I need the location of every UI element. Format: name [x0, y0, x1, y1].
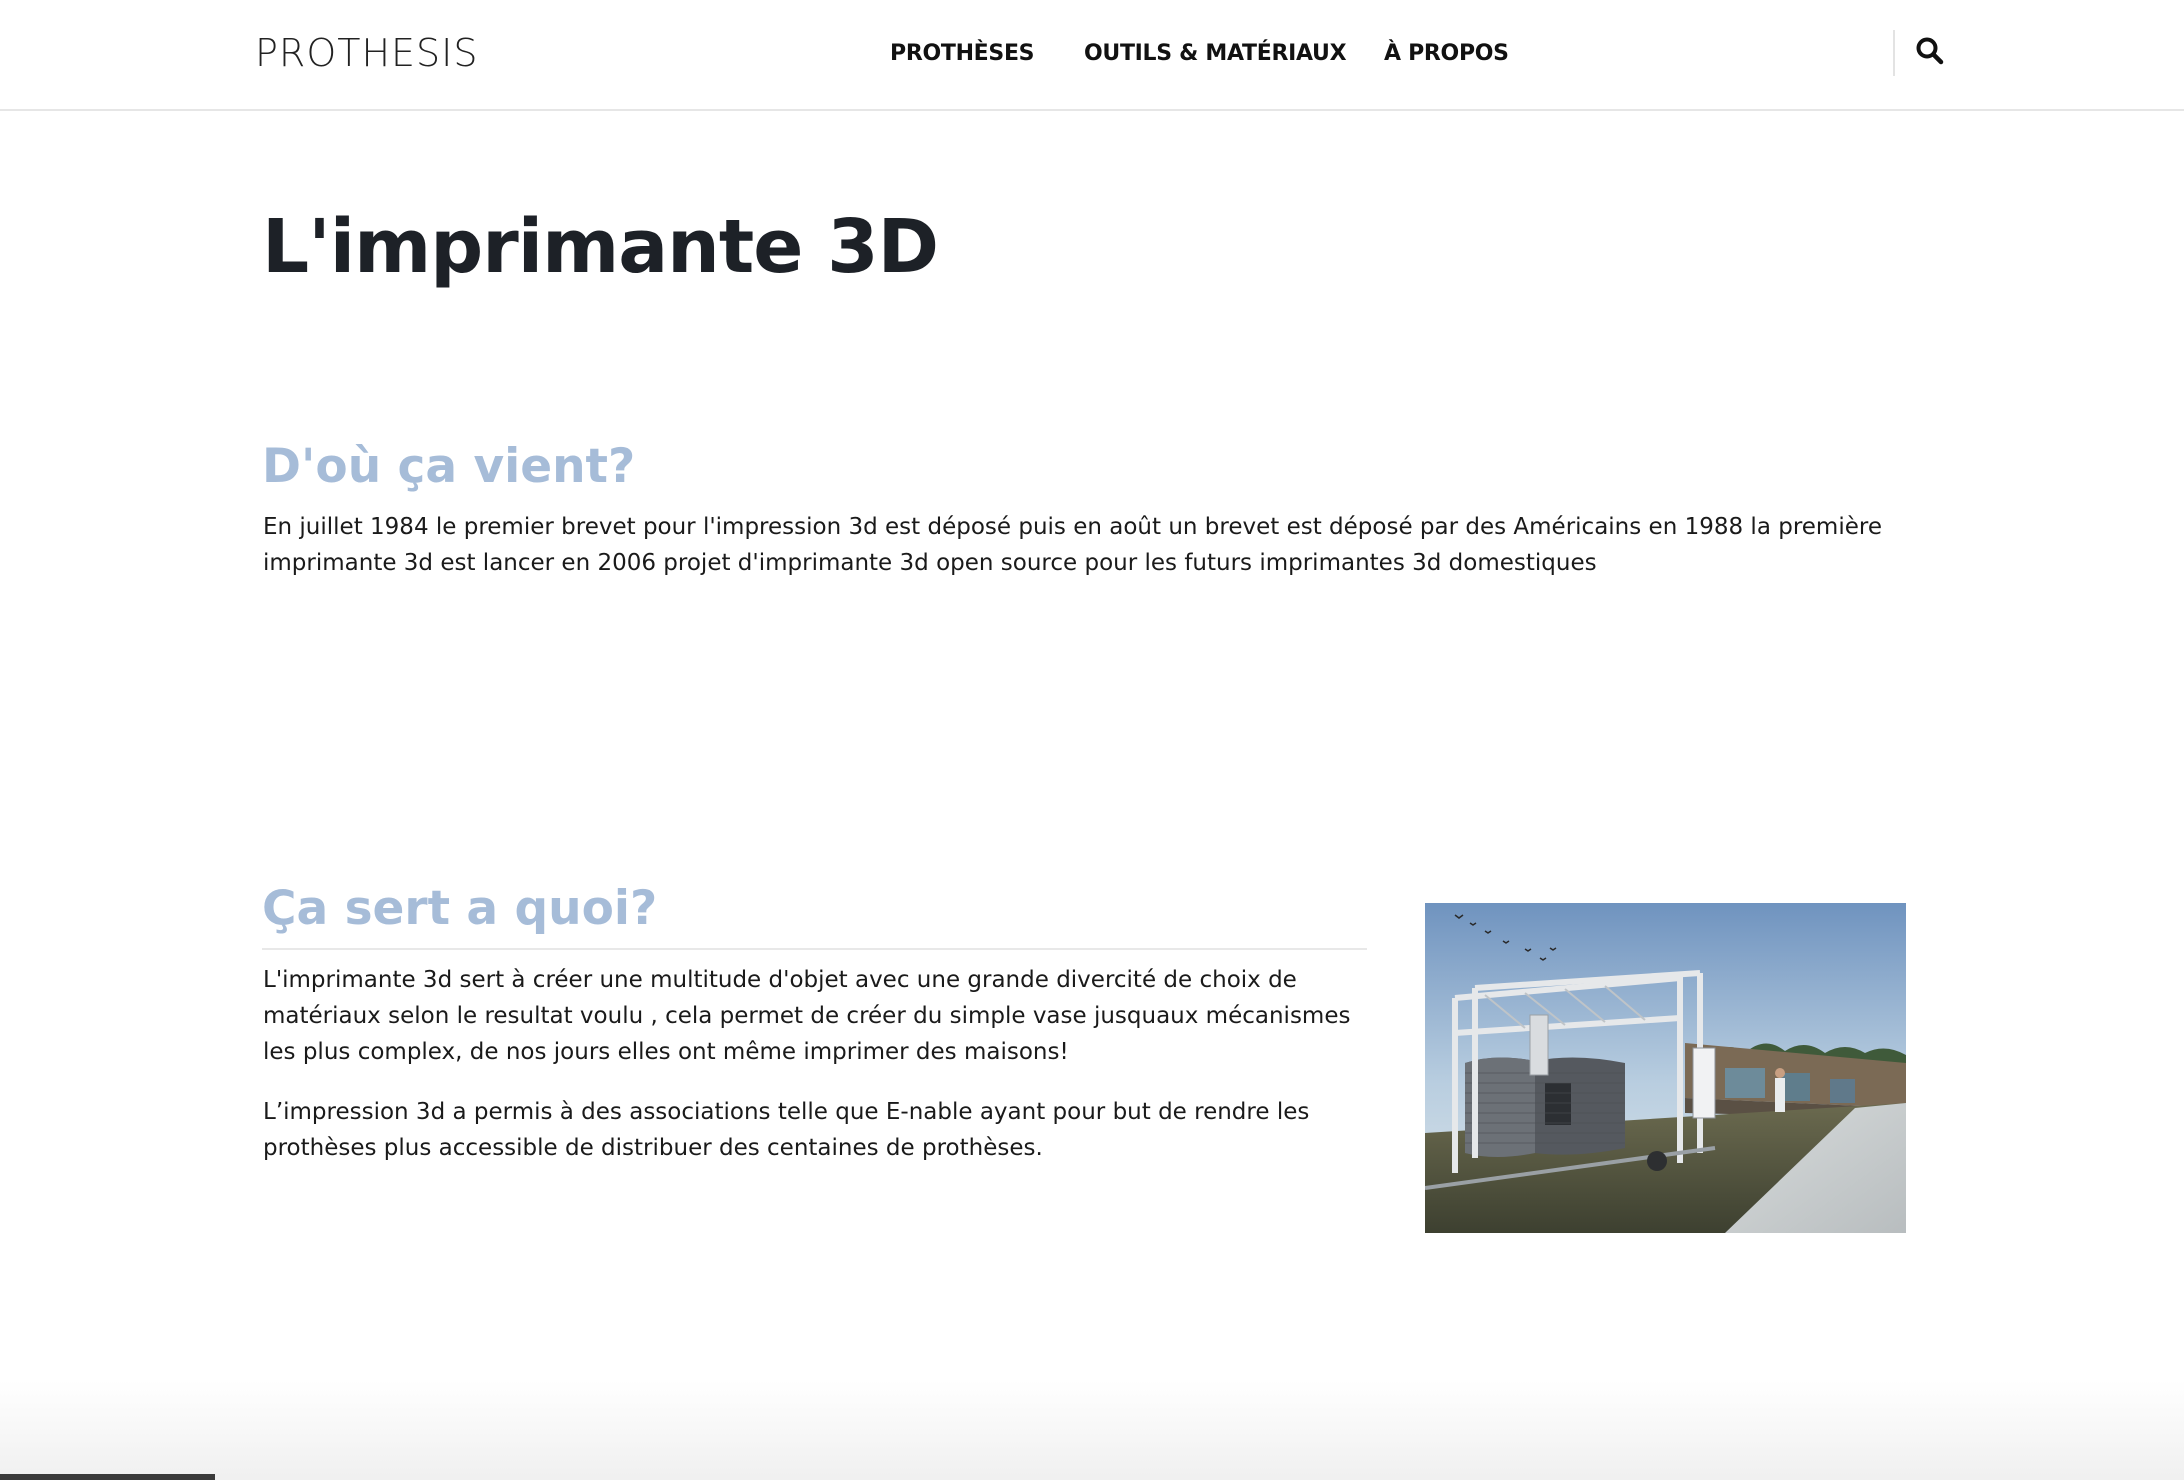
site-header: PROTHESIS PROTHÈSES OUTILS & MATÉRIAUX À…	[0, 0, 2184, 111]
section-text-use-1: L'imprimante 3d sert à créer une multitu…	[263, 967, 1351, 1065]
3d-house-printer-illustration	[1425, 903, 1906, 1233]
search-icon	[1916, 37, 1944, 65]
section-heading-origin: D'où ça vient?	[262, 439, 636, 494]
bottom-shadow	[0, 1380, 2184, 1480]
3d-house-printer-image	[1425, 903, 1906, 1233]
search-button[interactable]	[1914, 35, 1946, 67]
section-divider	[262, 948, 1367, 950]
nav-item-outils-materiaux[interactable]: OUTILS & MATÉRIAUX	[1084, 38, 1347, 70]
section-text-origin: En juillet 1984 le premier brevet pour l…	[263, 514, 1882, 576]
nav-divider	[1893, 30, 1895, 76]
window-edge	[0, 1474, 215, 1480]
site-logo[interactable]: PROTHESIS	[255, 30, 478, 76]
section-heading-use: Ça sert a quoi?	[262, 881, 658, 936]
nav-item-a-propos[interactable]: À PROPOS	[1384, 38, 1509, 70]
page-title: L'imprimante 3D	[262, 204, 939, 290]
nav-item-protheses[interactable]: PROTHÈSES	[890, 38, 1035, 70]
section-text-use-2: L’impression 3d a permis à des associati…	[263, 1099, 1310, 1161]
